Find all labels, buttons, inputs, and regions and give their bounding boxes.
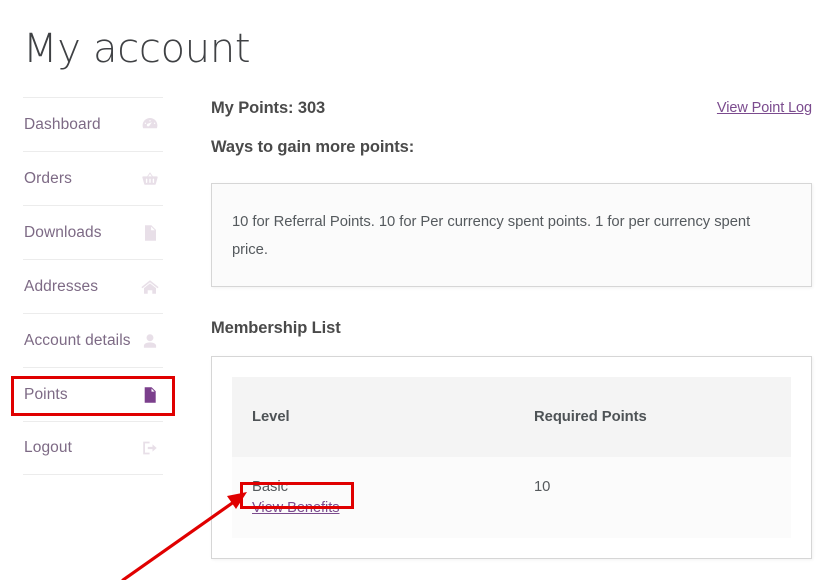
sidebar-item-label: Downloads [24, 223, 102, 241]
sidebar-item-orders[interactable]: Orders [23, 151, 163, 205]
membership-list-heading: Membership List [211, 319, 341, 337]
points-main-content: My Points: 303 View Point Log Ways to ga… [211, 99, 812, 559]
view-benefits-link[interactable]: View Benefits [252, 500, 340, 516]
sidebar-item-label: Orders [24, 169, 72, 187]
table-row: Basic View Benefits 10 [232, 457, 791, 538]
home-icon [140, 277, 160, 297]
level-name: Basic [252, 479, 288, 495]
account-sidebar-nav: Dashboard Orders Downloads Addresses Acc [23, 97, 163, 475]
column-header-level: Level [232, 377, 514, 457]
shopping-basket-icon [140, 169, 160, 189]
page-title: My account [23, 26, 251, 72]
document-icon [140, 385, 160, 405]
sidebar-item-label: Addresses [24, 277, 99, 295]
points-summary-row: My Points: 303 View Point Log [211, 99, 812, 129]
sign-out-icon [140, 438, 160, 458]
sidebar-item-label: Account details [24, 331, 131, 349]
membership-list-card: Level Required Points Basic View Benefit… [211, 356, 812, 559]
sidebar-item-account-details[interactable]: Account details [23, 313, 163, 367]
download-file-icon [140, 223, 160, 243]
column-header-required-points: Required Points [514, 377, 791, 457]
points-rules-text: 10 for Referral Points. 10 for Per curre… [232, 214, 751, 258]
sidebar-item-label: Logout [24, 439, 73, 456]
points-rules-box: 10 for Referral Points. 10 for Per curre… [211, 183, 812, 287]
sidebar-item-dashboard[interactable]: Dashboard [23, 97, 163, 151]
sidebar-item-label: Points [24, 385, 68, 403]
cell-level: Basic View Benefits [232, 457, 514, 538]
sidebar-item-downloads[interactable]: Downloads [23, 205, 163, 259]
my-points-value: My Points: 303 [211, 99, 326, 117]
sidebar-item-points[interactable]: Points [23, 367, 163, 421]
cell-required-points: 10 [514, 457, 791, 538]
table-header-row: Level Required Points [232, 377, 791, 457]
my-account-page: My account Dashboard Orders Downloads Ad… [0, 0, 837, 580]
user-icon [140, 331, 160, 351]
sidebar-item-label: Dashboard [24, 115, 101, 133]
sidebar-item-logout[interactable]: Logout [23, 421, 163, 475]
ways-to-gain-points-heading: Ways to gain more points: [211, 138, 415, 156]
membership-table: Level Required Points Basic View Benefit… [232, 377, 791, 538]
membership-table-head: Level Required Points [232, 377, 791, 457]
view-point-log-link[interactable]: View Point Log [717, 100, 812, 116]
sidebar-item-addresses[interactable]: Addresses [23, 259, 163, 313]
membership-table-body: Basic View Benefits 10 [232, 457, 791, 538]
dashboard-gauge-icon [140, 115, 160, 135]
